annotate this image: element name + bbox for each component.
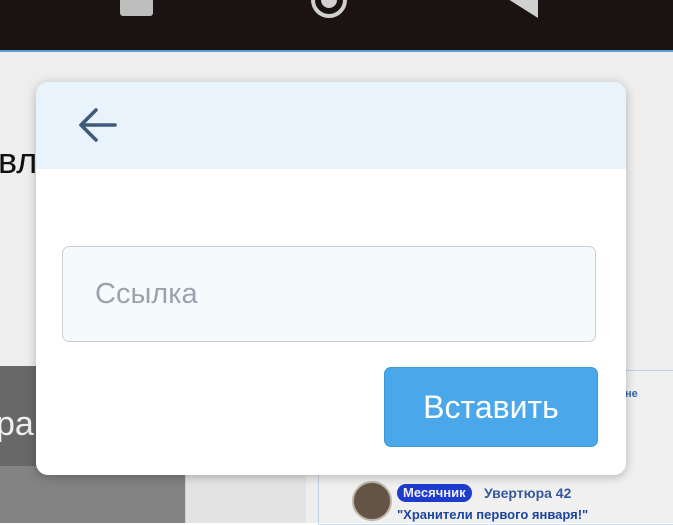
insert-button[interactable]: Вставить <box>384 367 598 447</box>
dialog-header <box>36 82 626 169</box>
insert-button-label: Вставить <box>423 388 559 425</box>
back-icon[interactable] <box>490 0 540 18</box>
arrow-left-icon <box>79 108 117 142</box>
insert-link-dialog: Вставить <box>36 82 626 475</box>
back-button[interactable] <box>72 102 122 148</box>
home-icon[interactable] <box>308 0 350 20</box>
system-navigation-bar <box>0 0 673 52</box>
link-input[interactable] <box>62 246 596 342</box>
recents-icon[interactable] <box>120 0 153 16</box>
